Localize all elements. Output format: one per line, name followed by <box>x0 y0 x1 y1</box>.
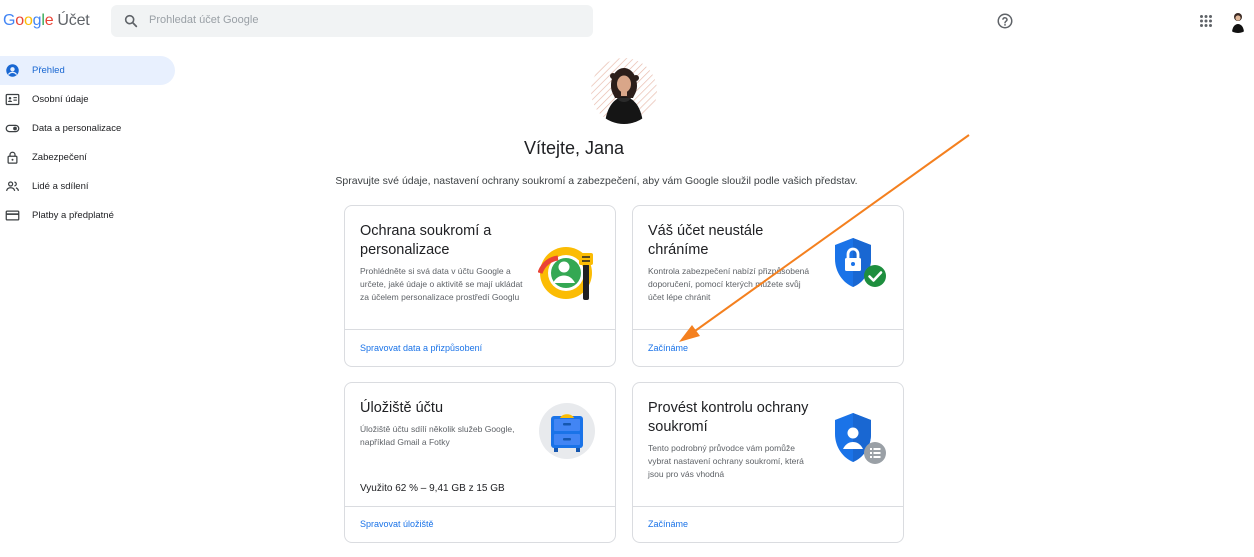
lock-icon <box>7 151 18 164</box>
get-started-security-link[interactable]: Začínáme <box>648 343 688 353</box>
sidebar-item-zabezpeceni[interactable]: Zabezpečení <box>0 143 175 172</box>
card-title: Ochrana soukromí a personalizace <box>360 223 492 258</box>
logo-letter: o <box>23 12 33 29</box>
sidebar-item-label: Data a personalizace <box>32 123 122 134</box>
apps-grid-icon[interactable] <box>1197 12 1215 30</box>
card-title: Provést kontrolu ochrany soukromí <box>648 400 809 435</box>
profile-photo[interactable] <box>591 58 657 124</box>
search-icon <box>124 14 138 28</box>
card-divider <box>633 329 903 330</box>
sidebar-item-platby-a-predplatne[interactable]: Platby a předplatné <box>0 201 175 230</box>
search-placeholder: Prohledat účet Google <box>149 14 259 26</box>
privacy-personalization-illustration <box>538 247 593 300</box>
sidebar-nav: Přehled Osobní údaje Data a personalizac… <box>0 56 176 230</box>
get-started-privacy-checkup-link[interactable]: Začínáme <box>648 519 688 529</box>
top-bar: Google Účet Prohledat účet Google <box>0 0 1254 44</box>
card-description: Kontrola zabezpečení nabízí přizpůsobená… <box>648 266 810 302</box>
card-description: Prohlédněte si svá data v účtu Google a … <box>360 266 523 302</box>
product-name: Účet <box>57 12 90 29</box>
logo-letter: o <box>15 12 24 29</box>
sidebar-item-data-a-personalizace[interactable]: Data a personalizace <box>0 114 175 143</box>
toggle-icon <box>5 124 20 133</box>
card-divider <box>633 506 903 507</box>
people-icon <box>5 181 20 192</box>
search-bar[interactable]: Prohledat účet Google <box>111 5 593 37</box>
card-title: Úložiště účtu <box>360 400 444 416</box>
security-shield-check-illustration <box>835 238 886 287</box>
card-account-storage: Úložiště účtu Úložiště účtu sdílí několi… <box>344 382 616 543</box>
storage-drawer-illustration <box>539 403 595 459</box>
sidebar-item-lide-a-sdileni[interactable]: Lidé a sdílení <box>0 172 175 201</box>
logo-letter: G <box>3 12 16 29</box>
credit-card-icon <box>5 210 20 221</box>
welcome-subtitle: Spravujte své údaje, nastavení ochrany s… <box>335 175 858 187</box>
sidebar-item-label: Osobní údaje <box>32 94 89 105</box>
card-description: Tento podrobný průvodce vám pomůže vybra… <box>648 443 804 479</box>
manage-data-link[interactable]: Spravovat data a přizpůsobení <box>360 343 482 353</box>
card-security: Váš účet neustále chráníme Kontrola zabe… <box>632 205 904 367</box>
storage-usage: Využito 62 % – 9,41 GB z 15 GB <box>360 483 505 494</box>
sidebar-item-osobni-udaje[interactable]: Osobní údaje <box>0 85 175 114</box>
card-privacy-personalization: Ochrana soukromí a personalizace Prohléd… <box>344 205 616 367</box>
sidebar-item-prehled[interactable]: Přehled <box>0 56 175 85</box>
card-title: Váš účet neustále chráníme <box>648 223 764 258</box>
sidebar-item-label: Přehled <box>32 65 65 76</box>
card-divider <box>345 329 615 330</box>
privacy-checkup-shield-illustration <box>835 413 886 464</box>
card-divider <box>345 506 615 507</box>
sidebar-item-label: Platby a předplatné <box>32 210 114 221</box>
logo-letter: e <box>44 12 54 29</box>
account-avatar[interactable] <box>1226 9 1250 33</box>
welcome-heading: Vítejte, Jana <box>523 138 625 158</box>
manage-storage-link[interactable]: Spravovat úložiště <box>360 519 434 529</box>
google-account-logo[interactable]: Google Účet <box>3 12 90 30</box>
card-privacy-checkup: Provést kontrolu ochrany soukromí Tento … <box>632 382 904 543</box>
account-circle-icon <box>6 64 19 77</box>
id-card-icon <box>5 93 20 106</box>
sidebar-item-label: Zabezpečení <box>32 152 87 163</box>
help-icon[interactable] <box>996 12 1014 30</box>
card-description: Úložiště účtu sdílí několik služeb Googl… <box>360 424 515 447</box>
sidebar-item-label: Lidé a sdílení <box>32 181 89 192</box>
